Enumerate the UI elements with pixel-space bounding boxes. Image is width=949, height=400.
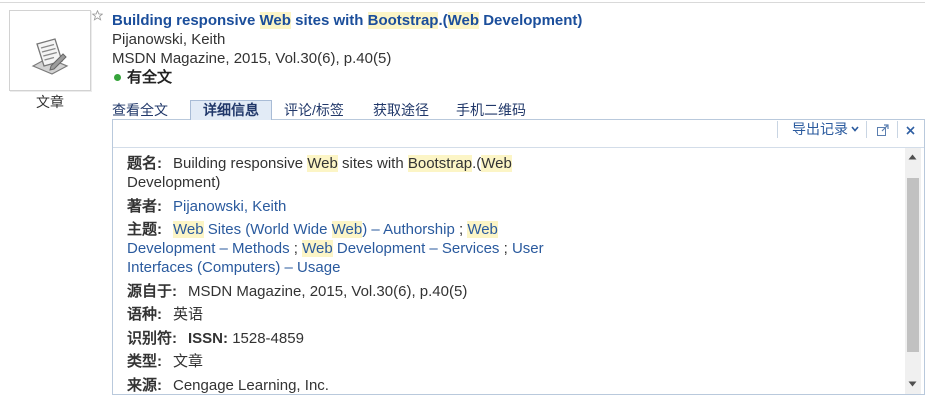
identifier-scheme: ISSN: [188,329,229,347]
title-segment: sites with [337,155,408,172]
field-author-label: 著者: [127,197,162,215]
tab-reviews-tags[interactable]: 评论/标签 [284,101,344,119]
record-type-label: 文章 [36,94,64,110]
record-thumbnail[interactable] [9,10,91,91]
subject-segment: Sites (World Wide [203,221,332,238]
availability-label: 有全文 [127,69,173,86]
field-subject: 主题: Web Sites (World Wide Web) – Authorsh… [127,220,568,277]
search-term-highlight: Web [481,155,512,172]
field-origin: 来源: Cengage Learning, Inc. [127,376,568,395]
tab-details[interactable]: 详细信息 [190,100,272,120]
field-identifier-value: 1528-4859 [232,329,304,347]
field-title-label: 题名: [127,155,162,172]
field-title-value: Building responsive Web sites with Boots… [127,155,512,191]
result-top-divider [0,2,925,3]
field-type: 类型: 文章 [127,352,568,371]
title-segment: Development) [127,174,221,191]
details-content[interactable]: 题名: Building responsive Web sites with Bo… [113,148,905,394]
details-field-list: 题名: Building responsive Web sites with Bo… [113,148,568,394]
field-title: 题名: Building responsive Web sites with Bo… [127,154,568,192]
title-segment: .( [438,12,448,29]
search-term-highlight: Web [331,221,363,238]
tab-get-it[interactable]: 获取途径 [373,101,429,119]
tab-view-fulltext[interactable]: 查看全文 [112,101,168,119]
search-term-highlight: Web [302,240,333,257]
search-term-highlight: Web [307,155,338,172]
search-term-highlight: Bootstrap [407,155,473,172]
star-icon[interactable] [92,10,103,21]
title-segment: .( [472,155,482,172]
field-language-value: 英语 [173,306,204,323]
field-identifier-label: 识别符: [127,329,177,347]
field-origin-value: Cengage Learning, Inc. [173,376,329,394]
arrow-down-icon[interactable] [908,381,917,387]
search-term-highlight: Web [467,221,498,238]
subject-link[interactable]: Web Sites (World Wide Web) – Authorship [173,221,455,238]
field-source-label: 源自于: [127,282,177,300]
title-segment: Building responsive [112,12,260,29]
subject-segment: Development – Services [332,240,500,257]
toolbar-divider [777,121,778,138]
chevron-down-icon [851,126,859,133]
record-summary: Building responsive Web sites with Boots… [112,11,582,87]
search-term-highlight: Bootstrap [367,12,439,29]
field-type-value: 文章 [173,353,204,370]
field-language: 语种: 英语 [127,305,568,324]
availability-status[interactable]: 有全文 [112,68,582,87]
subject-separator: ; [293,240,298,257]
field-source-value: MSDN Magazine, 2015, Vol.30(6), p.40(5) [188,282,468,300]
record-author: Pijanowski, Keith [112,31,226,48]
search-term-highlight: Web [259,12,291,29]
toolbar-divider [866,121,867,138]
subject-segment: ) – Authorship [362,221,455,238]
new-window-icon[interactable] [877,124,889,136]
search-term-highlight: Web [173,221,204,238]
arrow-up-icon[interactable] [908,154,917,160]
field-source: 源自于: MSDN Magazine, 2015, Vol.30(6), p.40… [127,282,568,301]
green-dot-icon [114,73,121,81]
subject-link[interactable]: Web Development – Services [302,240,499,257]
field-identifier: 识别符: ISSN: 1528-4859 [127,329,568,348]
field-language-label: 语种: [127,306,162,323]
close-icon[interactable] [906,126,915,135]
subject-segment: Development – Methods [127,240,290,257]
details-toolbar: 导出记录 [113,120,924,148]
document-icon [31,38,69,75]
title-segment: sites with [290,12,368,29]
export-record-label: 导出记录 [792,121,848,137]
toolbar-divider [897,121,898,138]
record-title-link[interactable]: Building responsive Web sites with Boots… [112,11,582,30]
vertical-scrollbar[interactable] [905,148,921,394]
title-segment: Development) [479,12,583,29]
author-link[interactable]: Pijanowski, Keith [173,198,286,215]
field-subject-label: 主题: [127,221,162,238]
details-panel: 导出记录 题名: Building responsive Web sites wi… [112,119,925,395]
subject-separator: ; [458,221,464,238]
subject-separator: ; [503,240,508,257]
tab-mobile-qrcode[interactable]: 手机二维码 [456,101,526,119]
search-term-highlight: Web [447,12,480,29]
field-type-label: 类型: [127,353,162,370]
field-author: 著者: Pijanowski, Keith [127,197,568,216]
scrollbar-thumb[interactable] [907,178,919,352]
record-source: MSDN Magazine, 2015, Vol.30(6), p.40(5) [112,50,392,67]
field-origin-label: 来源: [127,376,162,394]
export-record-button[interactable]: 导出记录 [792,120,859,139]
title-segment: Building responsive [173,155,308,172]
